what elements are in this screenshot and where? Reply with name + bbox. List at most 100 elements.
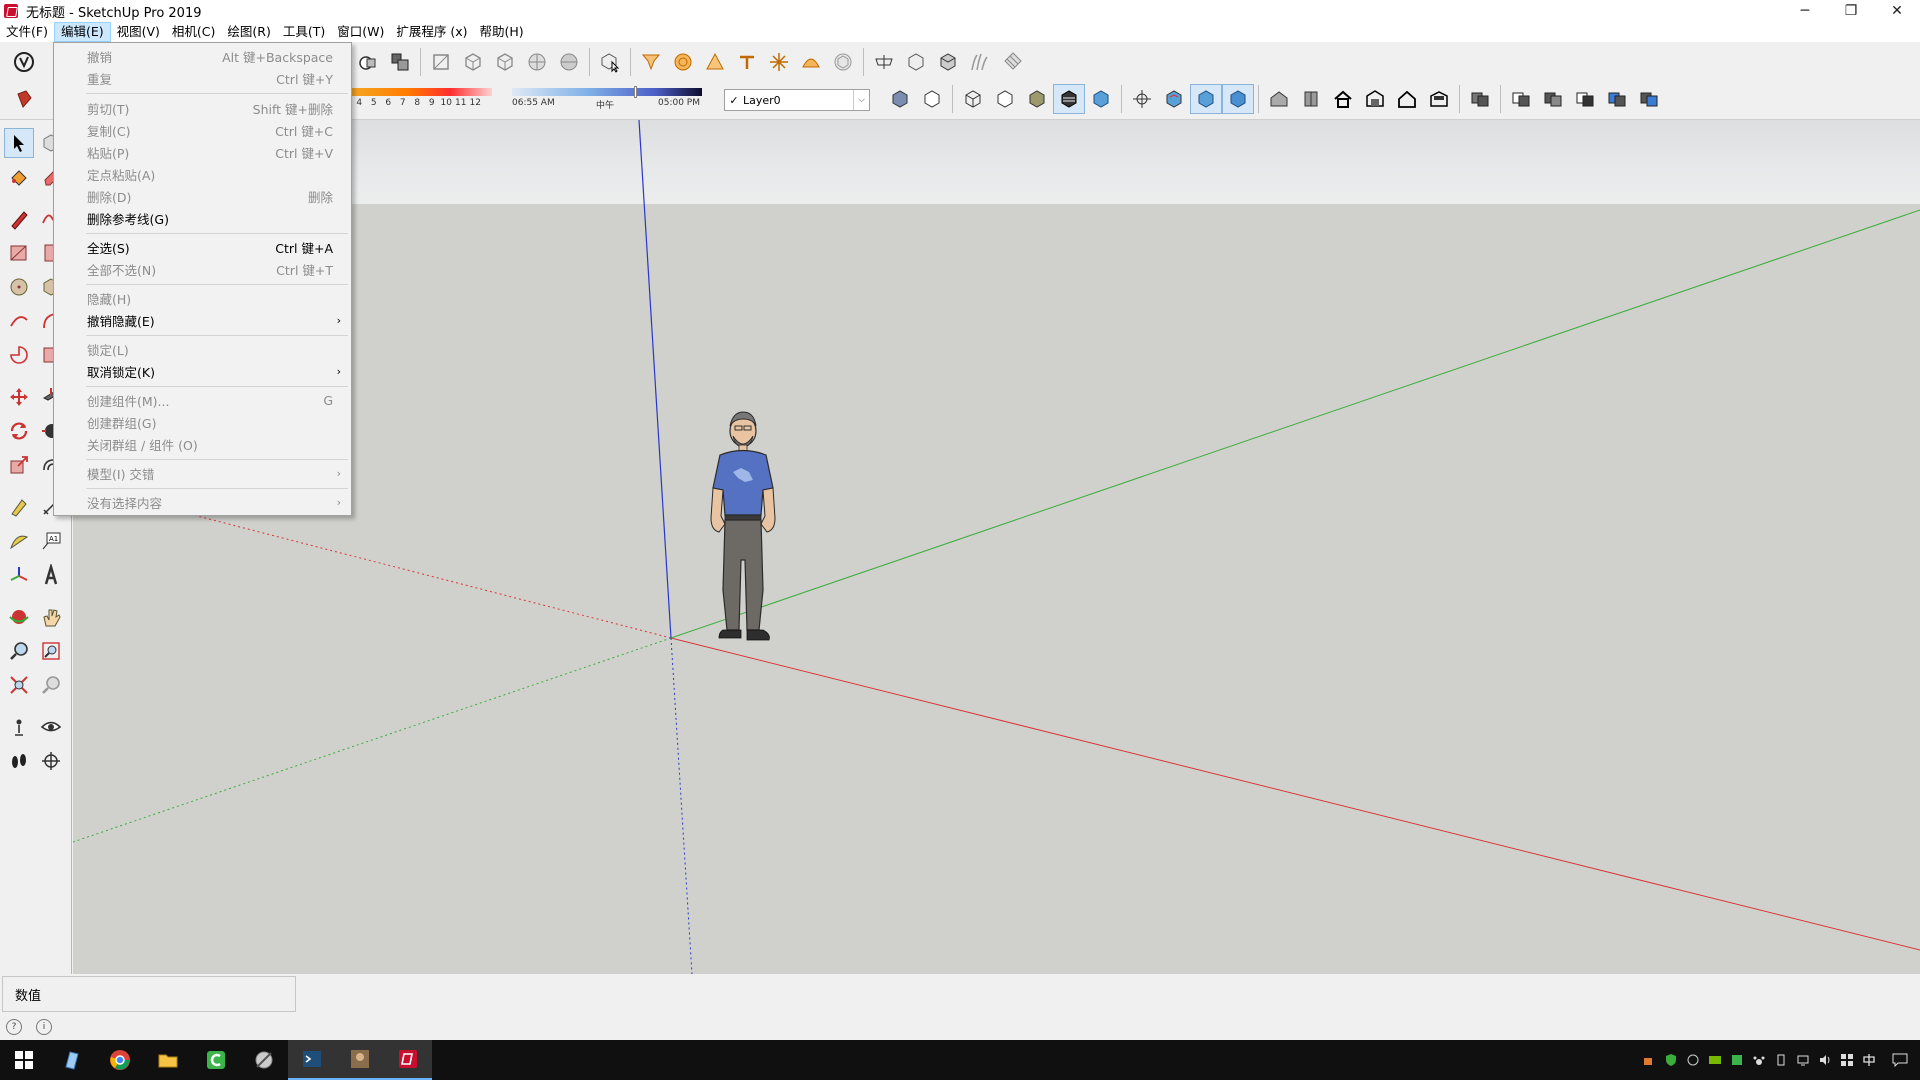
menu-item-undo[interactable]: 撤销 Alt 键+Backspace [54, 45, 351, 67]
menu-item-copy[interactable]: 复制(C) Ctrl 键+C [54, 119, 351, 141]
menu-file[interactable]: 文件(F) [0, 22, 54, 42]
solid-union-button[interactable] [1464, 84, 1496, 114]
tray-java-icon[interactable] [1638, 1040, 1660, 1080]
add-detail-button[interactable] [795, 47, 827, 77]
menu-item-delete-guides[interactable]: 删除参考线(G) [54, 207, 351, 229]
back-edges-button[interactable] [457, 47, 489, 77]
taskbar-app-sketchup[interactable] [384, 1040, 432, 1080]
pie-button[interactable] [4, 340, 34, 370]
text-button[interactable]: A1 [36, 526, 66, 556]
menu-item-select-none[interactable]: 全部不选(N) Ctrl 键+T [54, 258, 351, 280]
section-plane-button[interactable] [868, 47, 900, 77]
taskbar-app-chrome[interactable] [96, 1040, 144, 1080]
wireframe-style-button[interactable] [957, 84, 989, 114]
menu-item-intersect-faces[interactable]: 模型(I) 交错 › [54, 462, 351, 484]
iso-view-button[interactable] [1158, 84, 1190, 114]
pan-button[interactable] [36, 602, 66, 632]
zoom-button[interactable] [4, 636, 34, 666]
house-left-button[interactable] [1423, 84, 1455, 114]
smoove-button[interactable] [699, 47, 731, 77]
paint-bucket-button[interactable] [4, 162, 34, 192]
display-section-planes-button[interactable] [900, 47, 932, 77]
menu-item-paste-in-place[interactable]: 定点粘贴(A) [54, 163, 351, 185]
xray-button[interactable] [425, 47, 457, 77]
getting-started-button[interactable] [8, 47, 40, 77]
menu-extensions[interactable]: 扩展程序 (x) [390, 22, 473, 42]
house-iso-button[interactable] [1263, 84, 1295, 114]
move-button[interactable] [4, 382, 34, 412]
textured-button[interactable] [553, 47, 585, 77]
menu-tools[interactable]: 工具(T) [277, 22, 331, 42]
taskbar-app-notes[interactable] [48, 1040, 96, 1080]
solid-subtract-button[interactable] [1505, 84, 1537, 114]
menu-window[interactable]: 窗口(W) [331, 22, 390, 42]
menu-draw[interactable]: 绘图(R) [221, 22, 276, 42]
shaded-button[interactable] [521, 47, 553, 77]
drape-button[interactable] [763, 47, 795, 77]
menu-edit[interactable]: 编辑(E) [53, 22, 111, 42]
geo-location-icon[interactable]: ? [6, 1019, 22, 1035]
walk-button[interactable] [4, 746, 34, 776]
zoom-extents-button[interactable] [4, 670, 34, 700]
menu-help[interactable]: 帮助(H) [474, 22, 530, 42]
minimize-button[interactable]: ─ [1782, 0, 1828, 22]
circle-button[interactable] [4, 272, 34, 302]
tray-nvidia-icon[interactable] [1704, 1040, 1726, 1080]
display-section-cuts-button[interactable] [932, 47, 964, 77]
shaded-style-button[interactable] [1021, 84, 1053, 114]
house-front-button[interactable] [1327, 84, 1359, 114]
menu-item-select-all[interactable]: 全选(S) Ctrl 键+A [54, 236, 351, 258]
front-view-button[interactable] [1222, 84, 1254, 114]
taskbar-app-image[interactable] [336, 1040, 384, 1080]
solid-trim-button[interactable] [1537, 84, 1569, 114]
start-button[interactable] [0, 1040, 48, 1080]
line-tool-button[interactable] [4, 204, 34, 234]
time-slider-thumb[interactable] [634, 86, 637, 98]
menu-item-delete[interactable]: 删除(D) 删除 [54, 185, 351, 207]
taskbar-app-camtasia[interactable] [192, 1040, 240, 1080]
close-button[interactable]: ✕ [1874, 0, 1920, 22]
solid-split-button[interactable] [1569, 84, 1601, 114]
house-top-button[interactable] [1295, 84, 1327, 114]
tray-usb-icon[interactable] [1770, 1040, 1792, 1080]
tape-measure-button[interactable] [4, 492, 34, 522]
look-around-button[interactable] [36, 712, 66, 742]
solid-outer-shell-button[interactable] [1601, 84, 1633, 114]
taskbar-app-explorer[interactable] [144, 1040, 192, 1080]
backedges-style-button[interactable] [916, 84, 948, 114]
restore-button[interactable]: ❐ [1828, 0, 1874, 22]
select-cursor-button[interactable] [594, 47, 626, 77]
shaded-textures-style-button[interactable] [1053, 84, 1085, 114]
sandbox-scratch-button[interactable] [667, 47, 699, 77]
house-right-button[interactable] [1359, 84, 1391, 114]
measurements-box[interactable]: 数值 [2, 976, 296, 1012]
menu-item-unhide[interactable]: 撤销隐藏(E) › [54, 309, 351, 331]
tray-network-icon[interactable] [1792, 1040, 1814, 1080]
menu-item-close-group[interactable]: 关闭群组 / 组件 (O) [54, 433, 351, 455]
3d-text-button[interactable] [36, 560, 66, 590]
tray-input-method[interactable] [1858, 1040, 1880, 1080]
axes-button[interactable] [4, 560, 34, 590]
orbit-button[interactable] [4, 602, 34, 632]
rectangle-button[interactable] [4, 238, 34, 268]
tray-green-app-icon[interactable] [1726, 1040, 1748, 1080]
menu-camera[interactable]: 相机(C) [166, 22, 221, 42]
menu-item-hide[interactable]: 隐藏(H) [54, 287, 351, 309]
menu-item-lock[interactable]: 锁定(L) [54, 338, 351, 360]
house-back-button[interactable] [1391, 84, 1423, 114]
top-view-button[interactable] [1190, 84, 1222, 114]
flip-edge-button[interactable] [827, 47, 859, 77]
shadow-month-slider[interactable]: 4 5 6 7 8 9 10 11 12 [352, 86, 492, 110]
section-plane-tool-button[interactable] [36, 746, 66, 776]
previous-view-button[interactable] [36, 670, 66, 700]
wireframe-button[interactable] [489, 47, 521, 77]
menu-view[interactable]: 视图(V) [111, 22, 166, 42]
arc-button[interactable] [4, 306, 34, 336]
menu-item-make-component[interactable]: 创建组件(M)... G [54, 389, 351, 411]
tray-notifications-icon[interactable] [1880, 1040, 1920, 1080]
solid-intersect-blue-button[interactable] [1633, 84, 1665, 114]
tag-tool-button[interactable] [996, 47, 1028, 77]
monochrome-style-button[interactable] [1085, 84, 1117, 114]
tray-network-tool-icon[interactable] [1682, 1040, 1704, 1080]
stamp-button[interactable] [731, 47, 763, 77]
